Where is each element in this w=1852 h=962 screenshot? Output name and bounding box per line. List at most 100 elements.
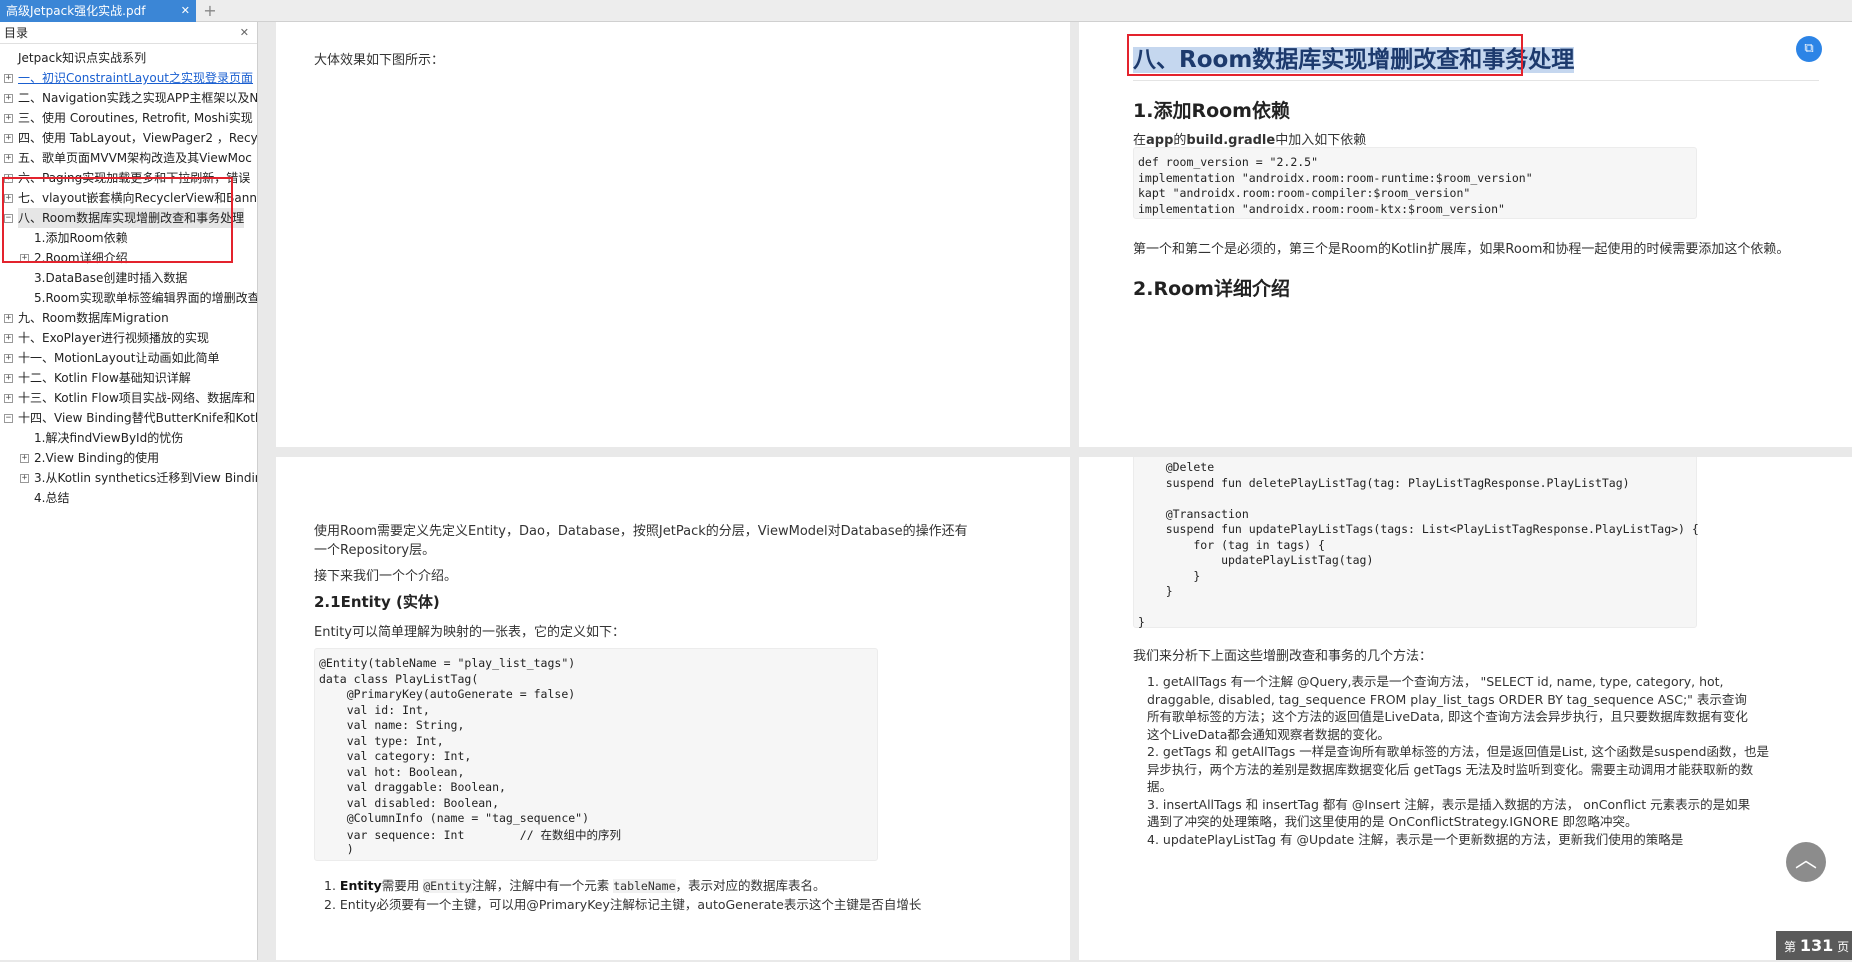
toc-item[interactable]: − 十四、View Binding替代ButterKnife和Kotli (0, 408, 257, 428)
toc-item-label: 二、Navigation实践之实现APP主框架以及N (18, 91, 257, 105)
page-2: 八、Room数据库实现增删改查和事务处理 1.添加Room依赖 在app的bui… (1079, 22, 1852, 447)
expand-icon[interactable]: + (4, 334, 13, 343)
expand-icon[interactable]: + (4, 154, 13, 163)
code-line: } (1138, 615, 1145, 629)
toc-title: 目录 (4, 26, 29, 40)
toc-item[interactable]: + 二、Navigation实践之实现APP主框架以及N (0, 88, 257, 108)
code-line: @Transaction (1138, 506, 1249, 521)
toc-item-label: 5.Room实现歌单标签编辑界面的增删改查 (34, 291, 257, 305)
toc-item[interactable]: +3.从Kotlin synthetics迁移到View Binding (0, 468, 257, 488)
expand-icon[interactable]: + (4, 394, 13, 403)
toc-item[interactable]: 4.总结 (0, 488, 257, 508)
p4-list-line: 异步执行，两个方法的差别是数据库数据变化后 getTags 无法及时监听到变化。… (1147, 761, 1754, 777)
page-3: 使用Room需要定义先定义Entity，Dao，Database，按照JetPa… (276, 457, 1070, 960)
toc-item-label: 十三、Kotlin Flow项目实战-网络、数据库和 (18, 391, 256, 405)
toc-item-label: 4.总结 (34, 491, 70, 505)
code-line: var sequence: Int // 在数组中的序列 (319, 827, 622, 842)
li1-code: @Entity (423, 879, 472, 893)
p4-list-line: 所有歌单标签的方法；这个方法的返回值是LiveData, 即这个查询方法会异步执… (1147, 709, 1748, 724)
toc-item[interactable]: + 三、使用 Coroutines, Retrofit, Moshi实现 (0, 108, 257, 128)
toc-item[interactable]: 5.Room实现歌单标签编辑界面的增删改查 (0, 288, 257, 308)
code-line: suspend fun updatePlayListTags(tags: Lis… (1138, 522, 1699, 536)
new-tab-icon[interactable]: + (203, 0, 217, 22)
toc-item[interactable]: + 一、初识ConstraintLayout之实现登录页面 (0, 68, 257, 88)
code-line: @ColumnInfo (name = "tag_sequence") (319, 811, 590, 825)
li1-mid: 注解，注解中有一个元素 (471, 878, 610, 893)
p4-list-line: 4. updatePlayListTag 有 @Update 注解，表示是一个更… (1147, 831, 1684, 847)
li1-bold: Entity (339, 878, 382, 893)
toc-item-label: 九、Room数据库Migration (18, 311, 169, 325)
toc-item-label: 十四、View Binding替代ButterKnife和Kotli (18, 411, 257, 425)
page-pre: 第 (1784, 940, 1797, 954)
toc-item[interactable]: Jetpack知识点实战系列 (0, 48, 257, 68)
toc-item[interactable]: + 十、ExoPlayer进行视频播放的实现 (0, 328, 257, 348)
toc-item[interactable]: + 十一、MotionLayout让动画如此简单 (0, 348, 257, 368)
p4-list-line: 1. getAllTags 有一个注解 @Query,表示是一个查询方法， "S… (1147, 674, 1724, 689)
toc-item-label: 十二、Kotlin Flow基础知识详解 (18, 371, 191, 385)
code-line: val hot: Boolean, (319, 764, 465, 779)
toc-item-label: 四、使用 TabLayout，ViewPager2 ，Recy (18, 131, 257, 145)
floating-tool-icon[interactable]: ⧉ (1796, 36, 1822, 62)
expand-icon[interactable]: + (4, 314, 13, 323)
code-line: val type: Int, (319, 733, 444, 748)
toc-item-label: 五、歌单页面MVVM架构改造及其ViewMoc (18, 151, 252, 165)
toc-item[interactable]: 1.解决findViewById的忧伤 (0, 428, 257, 448)
toc-item-label: 一、初识ConstraintLayout之实现登录页面 (18, 71, 254, 85)
entity-code-block: @Entity(tableName = "play_list_tags") dat… (314, 648, 878, 861)
title-divider (1133, 80, 1819, 81)
li1-post: ，表示对应的数据库表名。 (675, 878, 826, 893)
p4-list-line: 据。 (1147, 779, 1173, 794)
code-line: val category: Int, (319, 749, 472, 763)
toc-item[interactable]: + 九、Room数据库Migration (0, 308, 257, 328)
tab-close-icon[interactable]: ✕ (181, 0, 190, 22)
p4-list-line: 这个LiveData都会通知观察者数据的变化。 (1147, 726, 1390, 742)
expand-icon[interactable]: + (4, 354, 13, 363)
expand-icon[interactable]: + (20, 474, 29, 483)
code-line: implementation "androidx.room:room-ktx:$… (1138, 201, 1505, 216)
expand-icon[interactable]: + (4, 94, 13, 103)
code-line: val id: Int, (319, 702, 430, 717)
tab-bar: 高级Jetpack强化实战.pdf ✕ + (0, 0, 1852, 22)
gradle-code-block: def room_version = "2.2.5" implementation… (1133, 147, 1697, 219)
heading-room-detail: 2.Room详细介绍 (1133, 278, 1290, 300)
code-line: @Delete (1138, 460, 1215, 474)
code-line: val name: String, (319, 718, 465, 732)
tab-document[interactable]: 高级Jetpack强化实战.pdf ✕ (0, 0, 196, 22)
dependency-intro: 在app的build.gradle中加入如下依赖 (1133, 129, 1366, 148)
expand-icon[interactable]: + (4, 134, 13, 143)
toc-item[interactable]: + 四、使用 TabLayout，ViewPager2 ，Recy (0, 128, 257, 148)
li1-num: 1. (324, 878, 336, 893)
p4-list-line: 2. getTags 和 getAllTags 一样是查询所有歌单标签的方法，但… (1147, 744, 1769, 759)
p4-intro: 我们来分析下上面这些增删改查和事务的几个方法： (1133, 649, 1433, 664)
toc-header: 目录 ✕ (0, 22, 257, 44)
toc-item[interactable]: + 十二、Kotlin Flow基础知识详解 (0, 368, 257, 388)
toc-item[interactable]: + 十三、Kotlin Flow项目实战-网络、数据库和 (0, 388, 257, 408)
toc-item[interactable]: 3.DataBase创建时插入数据 (0, 268, 257, 288)
document-viewport[interactable]: 大体效果如下图所示： 八、Room数据库实现增删改查和事务处理 1.添加Room… (259, 22, 1852, 960)
toc-item[interactable]: + 五、歌单页面MVVM架构改造及其ViewMoc (0, 148, 257, 168)
highlight-box-toc (2, 177, 233, 263)
expand-icon[interactable]: + (4, 74, 13, 83)
code-line: updatePlayListTag(tag) (1138, 553, 1374, 567)
toc-sidebar: 目录 ✕ Jetpack知识点实战系列 + 一、初识ConstraintLayout… (0, 22, 258, 960)
expand-icon[interactable]: + (20, 454, 29, 463)
toc-close-icon[interactable]: ✕ (240, 22, 249, 44)
code-line: @PrimaryKey(autoGenerate = false) (319, 687, 576, 701)
expand-icon[interactable]: + (4, 374, 13, 383)
toc-item[interactable]: +2.View Binding的使用 (0, 448, 257, 468)
p3-para2: 接下来我们一个个介绍。 (314, 569, 458, 584)
p3-list-item-1: 1. Entity需要用 @Entity注解，注解中有一个元素 tableNam… (324, 875, 826, 894)
intro-gradle: build.gradle (1186, 133, 1276, 148)
code-line: @Entity(tableName = "play_list_tags") (319, 656, 576, 670)
highlight-box-title (1127, 34, 1523, 76)
page-1: 大体效果如下图所示： (276, 22, 1070, 447)
expand-icon[interactable]: + (4, 114, 13, 123)
code-line: kapt "androidx.room:room-compiler:$room_… (1138, 186, 1471, 200)
intro-post: 中加入如下依赖 (1275, 133, 1367, 148)
scroll-top-icon[interactable]: ︿ (1786, 842, 1826, 882)
toc-item-label: 1.解决findViewById的忧伤 (34, 431, 184, 445)
code-line: } (1138, 568, 1201, 583)
code-line: suspend fun deletePlayListTag(tag: PlayL… (1138, 475, 1630, 490)
collapse-icon[interactable]: − (4, 414, 13, 423)
dao-code-block: @Delete suspend fun deletePlayListTag(ta… (1133, 457, 1699, 629)
